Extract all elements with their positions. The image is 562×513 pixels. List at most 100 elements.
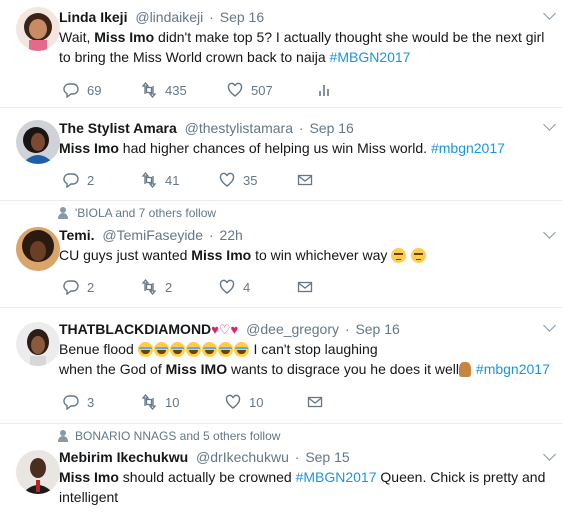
retweet-button[interactable]: 10 (141, 394, 225, 410)
text-segment: I can't stop laughing (249, 341, 378, 357)
unamused-emoji-icon (411, 248, 427, 263)
laughing-emoji-icon (153, 342, 169, 357)
tweet-header: Mebirim Ikechukwu @drIkechukwu · Sep 15 (59, 448, 350, 466)
display-name[interactable]: Temi. (59, 227, 95, 243)
reply-icon (63, 394, 79, 410)
timestamp[interactable]: Sep 15 (305, 449, 349, 465)
mention-bold: Miss IMO (165, 361, 228, 377)
avatar[interactable] (16, 7, 60, 51)
dm-envelope-icon (297, 279, 313, 295)
retweet-button[interactable]: 435 (141, 82, 227, 98)
mention-bold: Miss Imo (94, 29, 155, 45)
display-name[interactable]: Linda Ikeji (59, 9, 127, 25)
laughing-emoji-icon (217, 342, 233, 357)
social-context-text: BONARIO NNAGS and 5 others follow (75, 429, 281, 443)
user-handle[interactable]: @lindaikeji (135, 9, 203, 25)
reply-button[interactable]: 69 (63, 82, 141, 98)
analytics-button[interactable] (317, 82, 395, 98)
reply-button[interactable]: 2 (63, 172, 141, 188)
text-segment: Wait, (59, 29, 95, 45)
like-button[interactable]: 10 (225, 394, 307, 410)
like-count: 507 (251, 82, 273, 98)
chevron-down-icon[interactable] (543, 7, 556, 20)
reply-count: 2 (87, 279, 95, 295)
reply-button[interactable]: 2 (63, 279, 141, 295)
tweet-text: Miss Imo had higher chances of helping u… (59, 138, 559, 158)
separator: · (209, 9, 214, 25)
timestamp[interactable]: Sep 16 (220, 9, 264, 25)
like-button[interactable]: 507 (227, 82, 317, 98)
retweet-icon (141, 172, 157, 188)
reply-count: 69 (87, 82, 102, 98)
tweet[interactable]: THATBLACKDIAMOND♥♡♥ @dee_gregory · Sep 1… (0, 308, 562, 424)
dm-envelope-icon (297, 172, 313, 188)
like-count: 35 (243, 172, 258, 188)
direct-message-button[interactable] (297, 279, 375, 295)
user-handle[interactable]: @dee_gregory (246, 321, 339, 337)
text-segment: Benue flood (59, 341, 138, 357)
tweet[interactable]: 'BIOLA and 7 others follow Temi. @TemiFa… (0, 201, 562, 308)
avatar[interactable] (16, 322, 60, 366)
display-name[interactable]: Mebirim Ikechukwu (59, 449, 188, 465)
display-name[interactable]: THATBLACKDIAMOND (59, 321, 211, 337)
reply-icon (63, 82, 79, 98)
tweet[interactable]: Linda Ikeji @lindaikeji · Sep 16 Wait, M… (0, 0, 562, 108)
tweet-actions: 3 10 10 (63, 394, 385, 410)
laughing-emoji-icon (137, 342, 153, 357)
tweet-header: THATBLACKDIAMOND♥♡♥ @dee_gregory · Sep 1… (59, 320, 400, 339)
tweet-header: Linda Ikeji @lindaikeji · Sep 16 (59, 8, 264, 26)
separator: · (298, 120, 304, 136)
like-count: 4 (243, 279, 251, 295)
chevron-down-icon[interactable] (543, 448, 556, 461)
text-segment: when the God of (59, 361, 166, 377)
hashtag-link[interactable]: #mbgn2017 (476, 361, 550, 377)
display-name[interactable]: The Stylist Amara (59, 120, 177, 136)
text-segment: should actually be crowned (118, 469, 296, 485)
laughing-emoji-icon (233, 342, 249, 357)
text-segment: wants to disgrace you he does it well (227, 361, 460, 377)
avatar[interactable] (16, 120, 60, 164)
direct-message-button[interactable] (297, 172, 375, 188)
separator: · (344, 321, 350, 337)
like-button[interactable]: 35 (219, 172, 297, 188)
user-handle[interactable]: @thestylistamara (185, 120, 293, 136)
user-handle[interactable]: @drIkechukwu (196, 449, 289, 465)
hashtag-link[interactable]: #MBGN2017 (296, 469, 377, 485)
tweet[interactable]: The Stylist Amara @thestylistamara · Sep… (0, 108, 562, 201)
timestamp[interactable]: Sep 16 (309, 120, 353, 136)
mention-bold: Miss Imo (59, 469, 119, 485)
chevron-down-icon[interactable] (543, 226, 556, 239)
timestamp[interactable]: Sep 16 (355, 321, 399, 337)
mention-bold: Miss Imo (59, 140, 119, 156)
avatar[interactable] (16, 450, 60, 494)
social-context[interactable]: BONARIO NNAGS and 5 others follow (57, 429, 280, 443)
chevron-down-icon[interactable] (543, 319, 556, 332)
hashtag-link[interactable]: #mbgn2017 (431, 140, 505, 156)
reply-icon (63, 279, 79, 295)
retweet-button[interactable]: 2 (141, 279, 219, 295)
tweet-text: CU guys just wanted Miss Imo to win whic… (59, 245, 559, 265)
timestamp[interactable]: 22h (219, 227, 242, 243)
social-context-text: 'BIOLA and 7 others follow (75, 206, 217, 220)
praying-hands-emoji-icon (459, 362, 472, 377)
text-segment: had higher chances of helping us win Mis… (118, 140, 431, 156)
separator: · (208, 227, 214, 243)
tweet-text: Benue flood I can't stop laughing when t… (59, 339, 559, 379)
direct-message-button[interactable] (307, 394, 385, 410)
name-hearts: ♥♡♥ (211, 322, 239, 337)
chevron-down-icon[interactable] (543, 118, 556, 131)
unamused-emoji-icon (391, 248, 407, 263)
hashtag-link[interactable]: #MBGN2017 (330, 49, 411, 65)
user-handle[interactable]: @TemiFaseyide (102, 227, 203, 243)
avatar[interactable] (16, 227, 60, 271)
tweet[interactable]: BONARIO NNAGS and 5 others follow Mebiri… (0, 424, 562, 513)
text-segment: to win whichever way (251, 247, 392, 263)
heart-icon (219, 279, 235, 295)
social-context[interactable]: 'BIOLA and 7 others follow (57, 206, 216, 220)
reply-button[interactable]: 3 (63, 394, 141, 410)
tweet-actions: 2 2 4 (63, 279, 375, 295)
retweet-count: 2 (165, 279, 173, 295)
like-button[interactable]: 4 (219, 279, 297, 295)
retweet-button[interactable]: 41 (141, 172, 219, 188)
tweet-actions: 2 41 35 (63, 172, 375, 188)
